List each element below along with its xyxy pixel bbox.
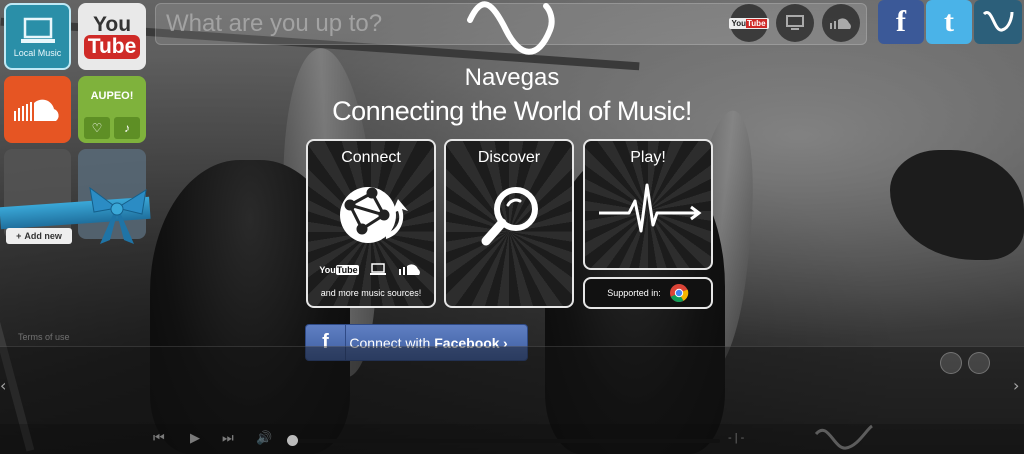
supported-browser-badge: Supported in: [583, 277, 713, 309]
chevron-left-icon[interactable]: ‹ [0, 376, 6, 395]
facebook-icon: f [896, 5, 906, 38]
connect-card[interactable]: Connect YouTube and more music sources! [306, 139, 436, 308]
terms-link[interactable]: Terms of use [18, 332, 70, 342]
playlist-panel [0, 346, 1024, 424]
list-view-button[interactable] [940, 352, 962, 374]
add-new-label: Add new [24, 231, 62, 241]
play-card-title: Play! [630, 149, 666, 166]
time-display: - | - [728, 432, 745, 444]
twitter-share-button[interactable]: t [926, 0, 972, 44]
play-icon[interactable]: ▶ [190, 431, 200, 446]
local-music-label: Local Music [13, 47, 62, 58]
page-title: Connecting the World of Music! [332, 96, 692, 126]
add-new-button[interactable]: + Add new [6, 228, 72, 244]
youtube-logo-you: You [92, 12, 132, 36]
next-icon[interactable]: ⏭ [222, 431, 234, 446]
connect-card-title: Connect [341, 149, 401, 166]
navegas-logo [467, 1, 555, 55]
shuffle-button[interactable] [968, 352, 990, 374]
progress-track[interactable] [290, 439, 720, 443]
laptop-icon [369, 263, 386, 275]
local-music-tile[interactable]: Local Music [4, 3, 71, 70]
laptop-icon [20, 17, 55, 43]
youtube-source-icon[interactable]: YouTube [729, 4, 769, 42]
screen-source-icon[interactable] [776, 4, 814, 42]
navegas-watermark-icon [814, 424, 873, 450]
supported-label: Supported in: [607, 288, 661, 298]
soundcloud-source-icon[interactable] [822, 4, 860, 42]
youtube-logo-tube: Tube [83, 34, 141, 59]
screen-icon [786, 15, 804, 30]
youtube-icon: YouTube [319, 265, 359, 275]
volume-icon[interactable]: 🔊 [256, 431, 272, 446]
navegas-logo-icon [982, 10, 1014, 32]
ribbon-bow-icon [89, 186, 147, 244]
magnifier-icon [481, 187, 538, 246]
more-sources-text: and more music sources! [320, 288, 422, 298]
youtube-tile[interactable]: You Tube [78, 3, 146, 70]
chevron-right-icon[interactable]: › [1013, 376, 1019, 395]
soundcloud-icon [398, 264, 420, 275]
chrome-icon [669, 284, 689, 303]
discover-card[interactable]: Discover [444, 139, 574, 308]
navegas-social-button[interactable] [974, 0, 1022, 44]
previous-icon[interactable]: ⏮ [153, 431, 165, 446]
connect-sources: YouTube [308, 263, 434, 277]
progress-handle[interactable] [287, 435, 298, 446]
play-card[interactable]: Play! [583, 139, 713, 270]
facebook-share-button[interactable]: f [878, 0, 924, 44]
network-globe-icon [340, 187, 408, 243]
twitter-icon: t [944, 5, 954, 38]
add-icon: + [16, 231, 22, 241]
soundcloud-icon [830, 18, 851, 29]
heartbeat-arrow-icon [599, 183, 702, 233]
brand-name: Navegas [464, 64, 560, 91]
discover-card-title: Discover [477, 149, 541, 166]
youtube-icon: YouTube [729, 17, 769, 29]
